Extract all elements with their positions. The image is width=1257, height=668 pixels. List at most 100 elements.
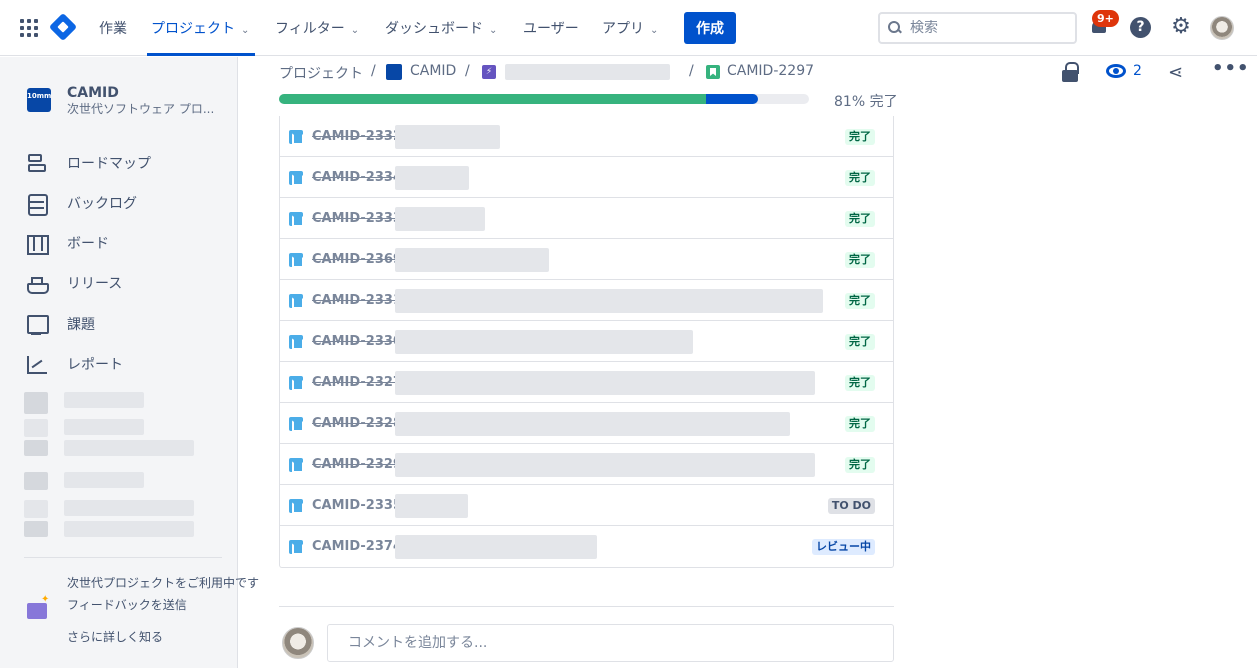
search-icon xyxy=(888,21,902,35)
sidebar-item-backlog[interactable]: バックログ xyxy=(24,191,137,216)
release-icon xyxy=(24,271,49,295)
issues-icon xyxy=(24,312,49,336)
issue-key[interactable]: CAMID-2369 xyxy=(312,252,402,267)
learn-more-link[interactable]: さらに詳しく知る xyxy=(67,628,163,645)
issue-key[interactable]: CAMID-2328 xyxy=(312,416,402,431)
issue-key[interactable]: CAMID-2334 xyxy=(312,170,402,185)
watch-eye-icon[interactable] xyxy=(1106,64,1126,78)
nav-item-users[interactable]: ユーザー xyxy=(523,18,579,38)
child-issue-row[interactable]: CAMID-2374 レビュー中 xyxy=(280,526,893,567)
sidebar-item-label: バックログ xyxy=(67,196,137,212)
child-issue-row[interactable]: CAMID-2369 完了 xyxy=(280,239,893,280)
watcher-count[interactable]: 2 xyxy=(1133,63,1142,79)
help-icon[interactable]: ? xyxy=(1130,17,1151,38)
status-badge[interactable]: 完了 xyxy=(845,293,875,309)
progress-label: 81% 完了 xyxy=(834,94,898,110)
subtask-icon xyxy=(289,253,304,268)
status-badge[interactable]: 完了 xyxy=(845,416,875,432)
share-icon[interactable]: ⋖ xyxy=(1168,62,1190,83)
status-badge[interactable]: 完了 xyxy=(845,252,875,268)
subtask-icon xyxy=(289,212,304,227)
redacted-issue-summary[interactable] xyxy=(395,289,823,313)
section-divider xyxy=(279,606,894,607)
redacted-icon xyxy=(24,392,48,414)
status-badge[interactable]: 完了 xyxy=(845,457,875,473)
status-badge[interactable]: 完了 xyxy=(845,211,875,227)
nav-item-projects[interactable]: プロジェクト ⌄ xyxy=(151,18,249,38)
chevron-down-icon: ⌄ xyxy=(489,25,498,36)
redacted-icon xyxy=(24,419,48,437)
report-icon xyxy=(24,352,48,376)
breadcrumb-project[interactable]: CAMID xyxy=(410,63,456,79)
create-button[interactable]: 作成 xyxy=(684,12,736,44)
child-issue-row[interactable]: CAMID-2335 TO DO xyxy=(280,485,893,526)
search-box[interactable] xyxy=(878,12,1077,44)
issue-key[interactable]: CAMID-2333 xyxy=(312,211,402,226)
sidebar-item-board[interactable]: ボード xyxy=(24,231,109,255)
child-issue-row[interactable]: CAMID-2329 完了 xyxy=(280,444,893,485)
nav-item-filters[interactable]: フィルター ⌄ xyxy=(275,18,359,38)
sidebar-item-label: 課題 xyxy=(67,317,95,333)
profile-avatar[interactable] xyxy=(1210,16,1234,40)
redacted-issue-summary[interactable] xyxy=(395,166,469,190)
lock-icon[interactable] xyxy=(1062,62,1079,82)
issue-key[interactable]: CAMID-2329 xyxy=(312,457,402,472)
progress-in-progress-segment xyxy=(706,94,759,104)
breadcrumb-issue-key[interactable]: CAMID-2297 xyxy=(727,63,814,79)
child-issue-row[interactable]: CAMID-2330 完了 xyxy=(280,321,893,362)
send-feedback-link[interactable]: フィードバックを送信 xyxy=(67,596,187,613)
issue-key[interactable]: CAMID-2327 xyxy=(312,375,402,390)
settings-gear-icon[interactable]: ⚙ xyxy=(1170,16,1192,38)
status-badge[interactable]: 完了 xyxy=(845,334,875,350)
redacted-icon xyxy=(24,472,48,490)
redacted-issue-summary[interactable] xyxy=(395,412,790,436)
redacted-issue-summary[interactable] xyxy=(395,207,485,231)
subtask-icon xyxy=(289,171,304,186)
sidebar-item-issues[interactable]: 課題 xyxy=(24,312,95,336)
status-badge[interactable]: レビュー中 xyxy=(812,539,875,555)
issue-key[interactable]: CAMID-2330 xyxy=(312,334,402,349)
status-badge[interactable]: 完了 xyxy=(845,170,875,186)
child-issue-row[interactable]: CAMID-2332 完了 xyxy=(280,116,893,157)
redacted-issue-summary[interactable] xyxy=(395,125,500,149)
nav-item-apps[interactable]: アプリ ⌄ xyxy=(602,18,658,38)
sidebar-divider xyxy=(24,557,222,558)
issue-key[interactable]: CAMID-2335 xyxy=(312,498,402,513)
subtask-icon xyxy=(289,376,304,391)
child-issue-row[interactable]: CAMID-2327 完了 xyxy=(280,362,893,403)
child-issue-row[interactable]: CAMID-2328 完了 xyxy=(280,403,893,444)
breadcrumb-projects[interactable]: プロジェクト xyxy=(279,63,363,83)
nav-item-work[interactable]: 作業 xyxy=(99,18,127,38)
redacted-text xyxy=(64,419,144,435)
redacted-issue-summary[interactable] xyxy=(395,453,815,477)
child-issue-row[interactable]: CAMID-2333 完了 xyxy=(280,198,893,239)
notification-badge: 9+ xyxy=(1092,10,1119,27)
more-options-icon[interactable]: ••• xyxy=(1212,58,1250,79)
sidebar-item-reports[interactable]: レポート xyxy=(24,352,123,376)
jira-logo-icon[interactable] xyxy=(48,12,78,42)
subtask-icon xyxy=(289,499,304,514)
sidebar-item-label: レポート xyxy=(67,357,123,373)
add-comment-input[interactable] xyxy=(327,624,894,662)
child-issue-row[interactable]: CAMID-2331 完了 xyxy=(280,280,893,321)
redacted-epic-name[interactable] xyxy=(505,64,670,80)
redacted-issue-summary[interactable] xyxy=(395,330,693,354)
app-switcher-icon[interactable] xyxy=(20,19,38,37)
search-input[interactable] xyxy=(910,20,1060,36)
sidebar-item-roadmap[interactable]: ロードマップ xyxy=(24,151,151,175)
project-avatar-icon: 10mm xyxy=(27,88,51,112)
status-badge[interactable]: 完了 xyxy=(845,129,875,145)
redacted-issue-summary[interactable] xyxy=(395,371,815,395)
sidebar-item-releases[interactable]: リリース xyxy=(24,271,122,295)
issue-key[interactable]: CAMID-2331 xyxy=(312,293,402,308)
redacted-issue-summary[interactable] xyxy=(395,535,597,559)
status-badge[interactable]: 完了 xyxy=(845,375,875,391)
redacted-issue-summary[interactable] xyxy=(395,248,549,272)
project-name[interactable]: CAMID xyxy=(67,85,119,101)
redacted-issue-summary[interactable] xyxy=(395,494,468,518)
child-issue-row[interactable]: CAMID-2334 完了 xyxy=(280,157,893,198)
status-badge[interactable]: TO DO xyxy=(827,498,875,514)
issue-key[interactable]: CAMID-2332 xyxy=(312,129,402,144)
issue-key[interactable]: CAMID-2374 xyxy=(312,539,402,554)
nav-item-dashboards[interactable]: ダッシュボード ⌄ xyxy=(385,18,497,38)
